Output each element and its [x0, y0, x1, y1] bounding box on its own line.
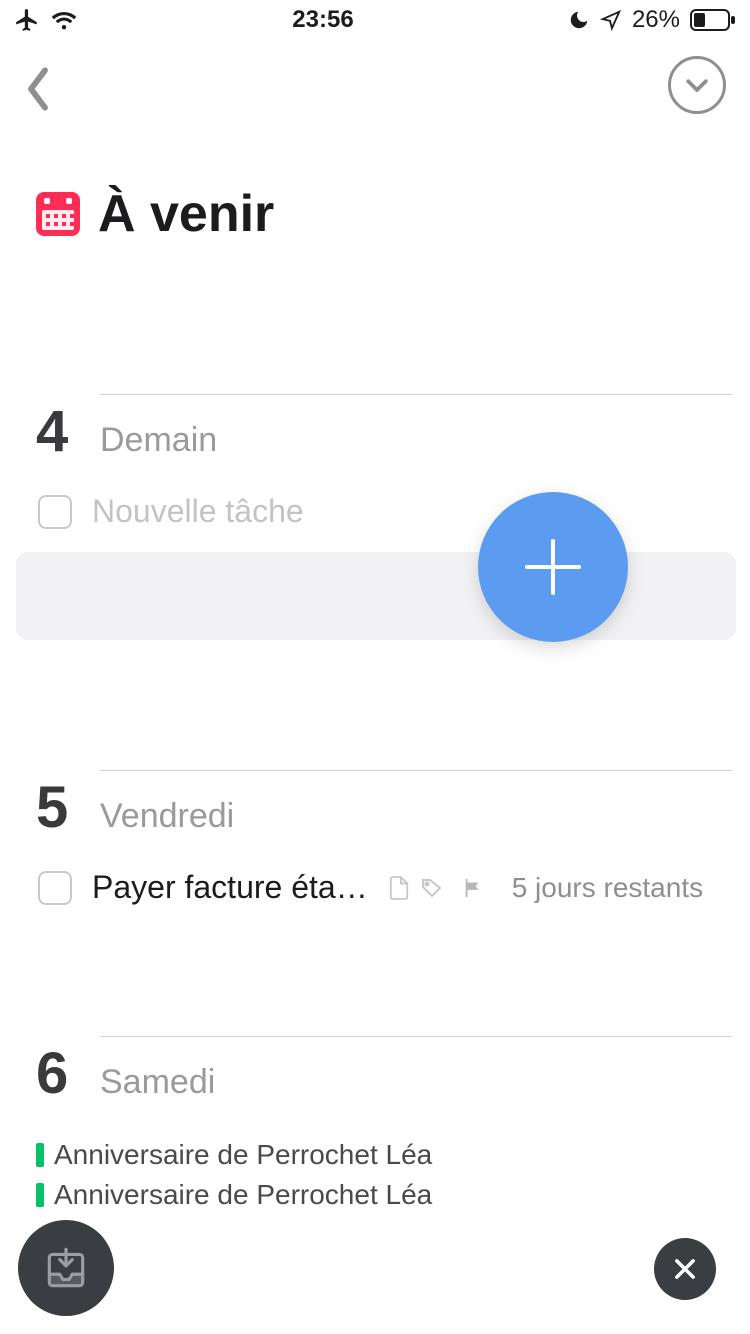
- add-task-fab[interactable]: [478, 492, 628, 642]
- task-meta: [388, 875, 484, 901]
- day-name: Samedi: [100, 1036, 732, 1102]
- day-section: 4 Demain Nouvelle tâche: [0, 394, 750, 640]
- nav-bar: [0, 40, 750, 130]
- task-checkbox[interactable]: [38, 495, 72, 529]
- day-number: 5: [36, 774, 84, 841]
- inbox-fab[interactable]: [18, 1220, 114, 1316]
- tag-icon: [420, 876, 444, 900]
- event-title: Anniversaire de Perrochet Léa: [54, 1179, 432, 1211]
- day-section: 6 Samedi Anniversaire de Perrochet Léa A…: [0, 1036, 750, 1215]
- status-bar: 23:56 26%: [0, 0, 750, 40]
- location-icon: [600, 9, 622, 31]
- moon-icon: [568, 9, 590, 31]
- battery-percent: 26%: [632, 6, 680, 34]
- expand-button[interactable]: [668, 56, 726, 114]
- day-section: 5 Vendredi Payer facture éta… 5 jours re…: [0, 770, 750, 906]
- day-name: Demain: [100, 394, 732, 460]
- task-title: Payer facture éta…: [92, 869, 368, 906]
- day-number: 4: [36, 398, 84, 465]
- event-row[interactable]: Anniversaire de Perrochet Léa: [36, 1175, 732, 1215]
- event-marker: [36, 1143, 44, 1167]
- day-name: Vendredi: [100, 770, 732, 836]
- page-header: À venir: [0, 130, 750, 244]
- battery-icon: [690, 9, 736, 31]
- wifi-icon: [50, 9, 78, 31]
- event-row[interactable]: Anniversaire de Perrochet Léa: [36, 1135, 732, 1175]
- status-time: 23:56: [292, 6, 353, 34]
- task-input-toolbar[interactable]: [16, 552, 736, 640]
- new-task-row[interactable]: Nouvelle tâche: [36, 465, 732, 530]
- file-icon: [388, 875, 410, 901]
- flag-icon: [462, 876, 484, 900]
- event-marker: [36, 1183, 44, 1207]
- back-button[interactable]: [24, 65, 64, 105]
- airplane-mode-icon: [14, 7, 40, 33]
- event-title: Anniversaire de Perrochet Léa: [54, 1139, 432, 1171]
- task-due: 5 jours restants: [512, 872, 703, 904]
- new-task-placeholder: Nouvelle tâche: [92, 493, 304, 530]
- calendar-icon: [36, 192, 80, 236]
- task-checkbox[interactable]: [38, 871, 72, 905]
- task-row[interactable]: Payer facture éta… 5 jours restants: [36, 841, 732, 906]
- close-fab[interactable]: [654, 1238, 716, 1300]
- day-number: 6: [36, 1040, 84, 1107]
- page-title: À venir: [98, 184, 274, 244]
